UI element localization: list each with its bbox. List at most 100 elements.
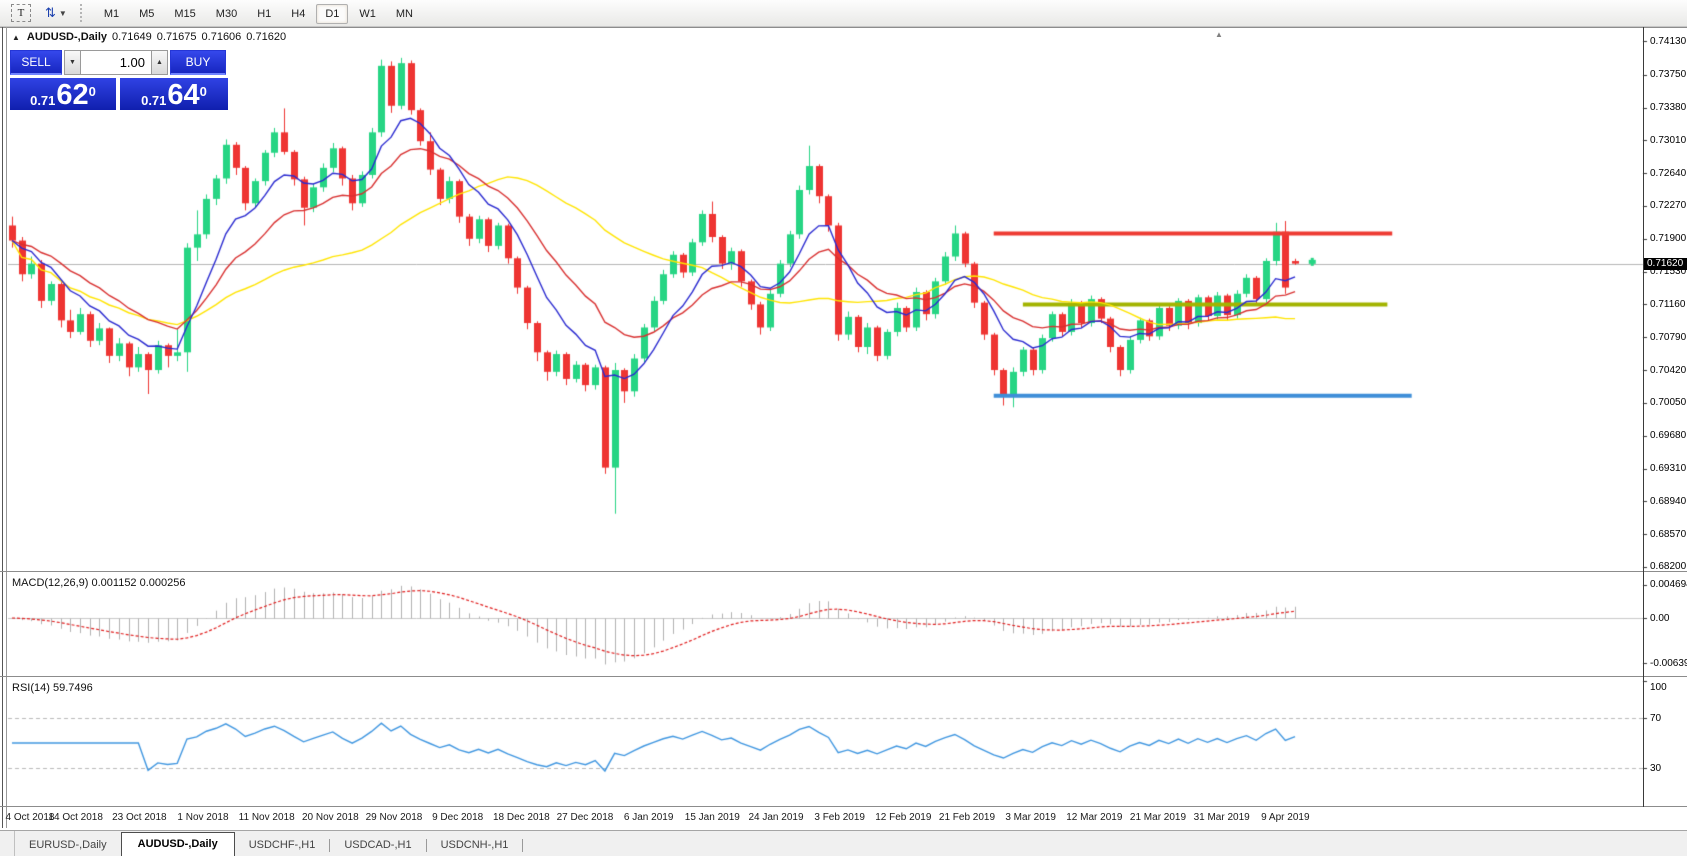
- buy-price-point: 0: [200, 78, 207, 106]
- time-axis-label: 29 Nov 2018: [366, 812, 423, 823]
- time-axis-label: 21 Mar 2019: [1130, 812, 1186, 823]
- chart-tab-usdcnh-h1[interactable]: USDCNH-,H1: [427, 834, 523, 856]
- time-axis-label: 12 Feb 2019: [875, 812, 931, 823]
- chevron-down-icon: ▼: [59, 9, 67, 18]
- macd-indicator-label: MACD(12,26,9) 0.001152 0.000256: [12, 577, 186, 589]
- spinner-up-icon: ▲: [156, 59, 163, 66]
- macd-axis-label: 0.004694: [1650, 579, 1687, 590]
- toolbar-grip: [80, 4, 86, 22]
- price-axis-label: 0.74130: [1650, 36, 1686, 47]
- time-axis-label: 9 Apr 2019: [1261, 812, 1309, 823]
- chart-tab-audusd-daily[interactable]: AUDUSD-,Daily: [121, 832, 235, 856]
- chart-left-border: [6, 27, 7, 828]
- time-axis-label: 4 Oct 2018: [6, 812, 55, 823]
- price-axis-label: 0.73750: [1650, 69, 1686, 80]
- buy-price-base: 0.71: [141, 93, 166, 108]
- text-tool-button[interactable]: T: [8, 3, 34, 23]
- time-axis-label: 6 Jan 2019: [624, 812, 674, 823]
- time-axis-label: 14 Oct 2018: [48, 812, 102, 823]
- price-axis-label: 0.72640: [1650, 168, 1686, 179]
- ohlc-close: 0.71620: [246, 31, 286, 43]
- price-axis-label: 0.69680: [1650, 430, 1686, 441]
- window-left-border: [2, 27, 3, 828]
- chart-shift-marker-icon: ▲: [1215, 30, 1223, 39]
- window-top-border: [0, 27, 1687, 28]
- volume-input[interactable]: [81, 50, 151, 75]
- chart-tab-usdcad-h1[interactable]: USDCAD-,H1: [330, 834, 425, 856]
- sell-button[interactable]: SELL: [10, 50, 62, 75]
- one-click-trading-panel: SELL ▼ ▲ BUY 0.71 62 0 0.71 64 0: [10, 50, 234, 110]
- buy-button[interactable]: BUY: [170, 50, 226, 75]
- buy-price-display[interactable]: 0.71 64 0: [120, 78, 228, 110]
- time-axis-label: 21 Feb 2019: [939, 812, 995, 823]
- time-axis-label: 18 Dec 2018: [493, 812, 550, 823]
- price-axis-label: 0.68940: [1650, 496, 1686, 507]
- sell-price-display[interactable]: 0.71 62 0: [10, 78, 116, 110]
- price-axis-label: 0.70050: [1650, 397, 1686, 408]
- timeframe-button-mn[interactable]: MN: [387, 4, 422, 24]
- tab-divider: [522, 839, 523, 852]
- timeframe-button-m15[interactable]: M15: [165, 4, 204, 24]
- price-chart-canvas[interactable]: [0, 0, 1687, 856]
- cycle-symbols-button[interactable]: ⇅ ▼: [42, 3, 70, 23]
- timeframe-button-m5[interactable]: M5: [130, 4, 163, 24]
- price-axis-label: 0.70420: [1650, 365, 1686, 376]
- price-axis-border: [1643, 27, 1644, 807]
- time-axis-label: 11 Nov 2018: [239, 812, 295, 823]
- price-axis-label: 0.73010: [1650, 135, 1686, 146]
- price-axis-label: 0.69310: [1650, 463, 1686, 474]
- macd-main-value: 0.001152: [91, 577, 136, 589]
- rsi-panel-separator[interactable]: [0, 676, 1687, 677]
- macd-signal-value: 0.000256: [140, 577, 186, 589]
- price-axis-label: 0.71160: [1650, 299, 1685, 310]
- timeframe-button-d1[interactable]: D1: [316, 4, 348, 24]
- collapse-panel-icon[interactable]: ▲: [12, 33, 20, 42]
- current-price-tag: 0.71620: [1644, 258, 1687, 270]
- chart-symbol-title: AUDUSD-,Daily: [27, 31, 107, 43]
- time-axis-label: 24 Jan 2019: [748, 812, 803, 823]
- rsi-name: RSI(14): [12, 682, 50, 694]
- timeframe-button-m30[interactable]: M30: [207, 4, 246, 24]
- timeframe-button-group: M1M5M15M30H1H4D1W1MN: [94, 4, 423, 22]
- rsi-value: 59.7496: [53, 682, 93, 694]
- timeframe-button-m1[interactable]: M1: [95, 4, 128, 24]
- price-axis-label: 0.68200: [1650, 561, 1686, 572]
- time-axis-label: 31 Mar 2019: [1194, 812, 1250, 823]
- chart-tab-usdchf-h1[interactable]: USDCHF-,H1: [235, 834, 330, 856]
- time-axis-label: 12 Mar 2019: [1066, 812, 1122, 823]
- ohlc-high: 0.71675: [157, 31, 197, 43]
- price-axis-label: 0.73380: [1650, 102, 1686, 113]
- time-axis-label: 23 Oct 2018: [112, 812, 166, 823]
- rsi-indicator-label: RSI(14) 59.7496: [12, 682, 93, 694]
- price-axis-label: 0.72270: [1650, 200, 1686, 211]
- buy-price-pips: 64: [167, 82, 199, 108]
- time-axis-label: 1 Nov 2018: [177, 812, 228, 823]
- spinner-down-icon: ▼: [69, 59, 76, 66]
- text-tool-icon: T: [11, 4, 31, 22]
- time-axis-label: 9 Dec 2018: [432, 812, 483, 823]
- rsi-axis-label: 30: [1650, 763, 1661, 774]
- macd-name: MACD(12,26,9): [12, 577, 88, 589]
- time-axis-separator: [0, 806, 1687, 807]
- price-axis-label: 0.71900: [1650, 233, 1686, 244]
- chart-tab-eurusd-daily[interactable]: EURUSD-,Daily: [15, 834, 121, 856]
- macd-panel-separator[interactable]: [0, 571, 1687, 572]
- time-axis-label: 27 Dec 2018: [557, 812, 614, 823]
- volume-decrease-button[interactable]: ▼: [64, 50, 81, 75]
- ohlc-open: 0.71649: [112, 31, 152, 43]
- volume-increase-button[interactable]: ▲: [151, 50, 168, 75]
- price-axis-label: 0.68570: [1650, 529, 1686, 540]
- time-axis-label: 15 Jan 2019: [685, 812, 740, 823]
- rsi-axis-label: 100: [1650, 682, 1667, 693]
- macd-axis-label: -0.00639: [1650, 658, 1687, 669]
- time-axis-label: 20 Nov 2018: [302, 812, 359, 823]
- timeframe-button-h1[interactable]: H1: [248, 4, 280, 24]
- sell-price-pips: 62: [56, 82, 88, 108]
- cycle-arrows-icon: ⇅: [45, 5, 56, 21]
- toolbar: T ⇅ ▼ M1M5M15M30H1H4D1W1MN: [0, 0, 1687, 27]
- sell-price-base: 0.71: [30, 93, 55, 108]
- chart-title-bar: ▲ AUDUSD-,Daily 0.71649 0.71675 0.71606 …: [12, 31, 286, 43]
- timeframe-button-w1[interactable]: W1: [350, 4, 385, 24]
- timeframe-button-h4[interactable]: H4: [282, 4, 314, 24]
- macd-axis-label: 0.00: [1650, 613, 1669, 624]
